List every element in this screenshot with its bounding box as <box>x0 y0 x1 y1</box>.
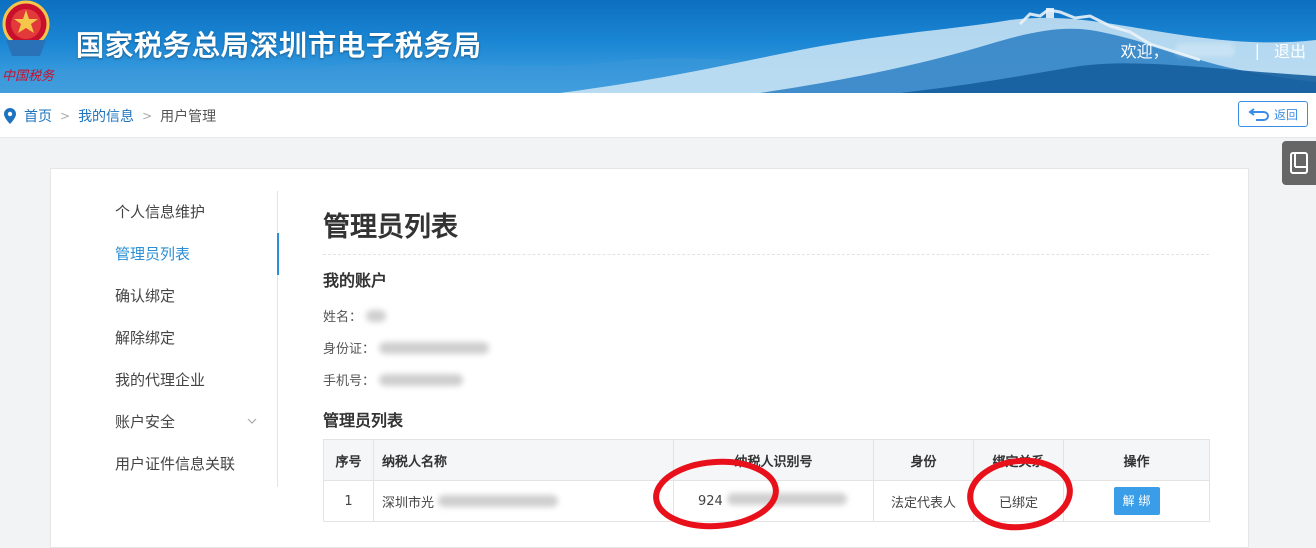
breadcrumb-separator: > <box>60 109 71 123</box>
phone-label: 手机号： <box>323 374 376 389</box>
return-arrow-icon <box>1248 108 1269 121</box>
sidebar-item-confirm-binding[interactable]: 确认绑定 <box>51 275 277 317</box>
cell-taxpayer-name: 深圳市光 <box>373 480 674 522</box>
col-header-index: 序号 <box>323 439 374 481</box>
phone-redacted <box>379 373 464 386</box>
table-header-row: 序号 纳税人名称 纳税人识别号 身份 绑定关系 操作 <box>323 439 1210 481</box>
tax-emblem-logo: 中国税务 <box>0 0 60 93</box>
chevron-down-icon <box>247 418 257 424</box>
location-pin-icon <box>4 108 16 124</box>
sidebar-item-label: 确认绑定 <box>115 287 176 305</box>
username-redacted <box>1174 43 1235 57</box>
col-header-action: 操作 <box>1063 439 1210 481</box>
name-label: 姓名： <box>323 310 363 325</box>
header-separator: | <box>1254 40 1260 60</box>
id-card-redacted <box>379 341 490 354</box>
cell-index: 1 <box>323 480 374 522</box>
admin-table: 序号 纳税人名称 纳税人识别号 身份 绑定关系 操作 1 深圳市光 924 法定… <box>323 439 1210 522</box>
taxpayer-name-text: 深圳市光 <box>382 495 435 511</box>
welcome-text: 欢迎， <box>1120 42 1169 61</box>
book-icon <box>1290 152 1308 174</box>
page-title: 管理员列表 <box>323 212 458 243</box>
breadcrumb-separator: > <box>142 109 153 123</box>
cell-taxpayer-id: 924 <box>673 480 874 522</box>
cell-role: 法定代表人 <box>873 480 974 522</box>
sidebar-item-label: 用户证件信息关联 <box>115 455 236 473</box>
cell-binding: 已绑定 <box>973 480 1064 522</box>
account-section-title: 我的账户 <box>323 271 388 290</box>
sidebar-nav: 个人信息维护 管理员列表 确认绑定 解除绑定 我的代理企业 账户安全 用户证件信… <box>51 191 279 487</box>
site-header: 中国税务 国家税务总局深圳市电子税务局 欢迎， | 退出 <box>0 0 1316 93</box>
cell-action: 解 绑 <box>1063 480 1210 522</box>
name-redacted <box>366 309 387 322</box>
col-header-binding: 绑定关系 <box>973 439 1064 481</box>
breadcrumb-home[interactable]: 首页 <box>24 106 52 126</box>
id-card-field: 身份证： <box>323 338 490 357</box>
sidebar-item-label: 个人信息维护 <box>115 203 206 221</box>
sidebar-item-personal-info[interactable]: 个人信息维护 <box>51 191 277 233</box>
id-card-label: 身份证： <box>323 342 376 357</box>
taxpayer-id-redacted <box>726 493 847 505</box>
admin-list-section-title: 管理员列表 <box>323 411 404 430</box>
name-field: 姓名： <box>323 306 387 325</box>
breadcrumb: 首页 > 我的信息 > 用户管理 <box>4 106 216 126</box>
site-title: 国家税务总局深圳市电子税务局 <box>76 29 483 62</box>
sidebar-item-label: 我的代理企业 <box>115 371 206 389</box>
unbind-button[interactable]: 解 绑 <box>1113 487 1160 515</box>
title-divider <box>323 254 1209 255</box>
back-button[interactable]: 返回 <box>1238 101 1308 127</box>
sidebar-item-agent-companies[interactable]: 我的代理企业 <box>51 359 277 401</box>
taxpayer-name-redacted <box>438 494 559 507</box>
col-header-role: 身份 <box>873 439 974 481</box>
logout-link[interactable]: 退出 <box>1274 38 1306 62</box>
col-header-taxpayer-id: 纳税人识别号 <box>673 439 874 481</box>
main-card: 个人信息维护 管理员列表 确认绑定 解除绑定 我的代理企业 账户安全 用户证件信… <box>50 168 1249 548</box>
taxpayer-id-text: 924 <box>698 494 723 509</box>
table-row: 1 深圳市光 924 法定代表人 已绑定 解 绑 <box>323 480 1210 522</box>
sidebar-item-unbind[interactable]: 解除绑定 <box>51 317 277 359</box>
floating-guide-tab[interactable] <box>1282 141 1316 185</box>
sidebar-item-label: 管理员列表 <box>115 245 191 263</box>
logo-caption-text: 中国税务 <box>2 69 55 84</box>
back-button-label: 返回 <box>1273 107 1298 122</box>
breadcrumb-current: 用户管理 <box>160 109 217 125</box>
user-area: 欢迎， | 退出 <box>1121 38 1306 62</box>
col-header-taxpayer-name: 纳税人名称 <box>373 439 674 481</box>
sidebar-item-id-association[interactable]: 用户证件信息关联 <box>51 443 277 485</box>
sidebar-item-label: 解除绑定 <box>115 329 176 347</box>
sidebar-item-label: 账户安全 <box>115 413 176 431</box>
sidebar-item-admin-list[interactable]: 管理员列表 <box>51 233 279 275</box>
breadcrumb-bar: 首页 > 我的信息 > 用户管理 返回 <box>0 93 1316 138</box>
national-emblem-icon: 中国税务 <box>2 0 55 84</box>
phone-field: 手机号： <box>323 370 464 389</box>
breadcrumb-my-info[interactable]: 我的信息 <box>78 106 134 126</box>
sidebar-item-account-security[interactable]: 账户安全 <box>51 401 277 443</box>
